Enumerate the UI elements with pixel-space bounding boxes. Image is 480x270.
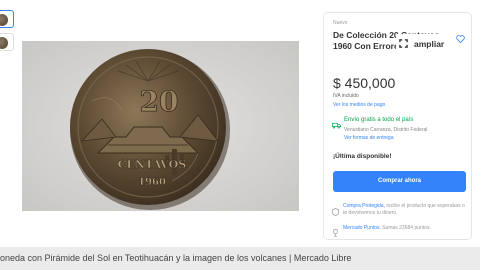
expand-label: ampliar (414, 39, 445, 49)
points-note: Mercado Puntos. Sumas 23684 puntos. (343, 225, 431, 231)
coin-thumbnail-image (0, 37, 8, 49)
coin-thumbnail-image (0, 14, 8, 26)
free-shipping-text: Envío gratis a todo el país (344, 117, 414, 123)
delivery-options-link[interactable]: Ver formas de entrega (344, 135, 393, 141)
thumbnail-2[interactable] (0, 33, 14, 51)
coin-denomination: 20 (140, 85, 179, 118)
expand-image-button[interactable]: ampliar (396, 34, 448, 54)
payment-methods-link[interactable]: Ver los medios de pago (333, 102, 385, 108)
trophy-icon (332, 224, 339, 242)
page-caption: oneda con Pirámide del Sol en Teotihuacá… (0, 253, 352, 263)
protection-link[interactable]: Compra Protegida, (343, 203, 385, 209)
purchase-protection-note: Compra Protegida, recibe el producto que… (343, 203, 468, 216)
truck-icon (332, 116, 341, 134)
coin-image: 20 CENTAVOS 1960 (22, 41, 299, 211)
purchase-panel: Nuevo De Colección 20 Centavos 1960 Con … (323, 12, 472, 240)
seller-location: Venustiano Carranza, Distrito Federal (344, 127, 428, 133)
buy-now-button[interactable]: Comprar ahora (333, 171, 466, 192)
points-link[interactable]: Mercado Puntos. (343, 225, 381, 231)
thumbnail-list (0, 10, 14, 56)
expand-icon (399, 35, 408, 53)
condition-label: Nuevo (333, 20, 348, 26)
product-photo[interactable]: 20 CENTAVOS 1960 (22, 41, 299, 211)
price: $ 450,000 (333, 75, 396, 91)
heart-icon[interactable] (456, 30, 465, 48)
thumbnail-1[interactable] (0, 10, 14, 28)
shield-icon (332, 203, 339, 221)
iva-note: IVA incluido (333, 93, 359, 99)
coin-year: 1960 (138, 177, 166, 188)
coin-word: CENTAVOS (118, 158, 186, 171)
stock-status: ¡Última disponible! (333, 153, 392, 160)
points-text: Sumas 23684 puntos. (380, 225, 431, 231)
